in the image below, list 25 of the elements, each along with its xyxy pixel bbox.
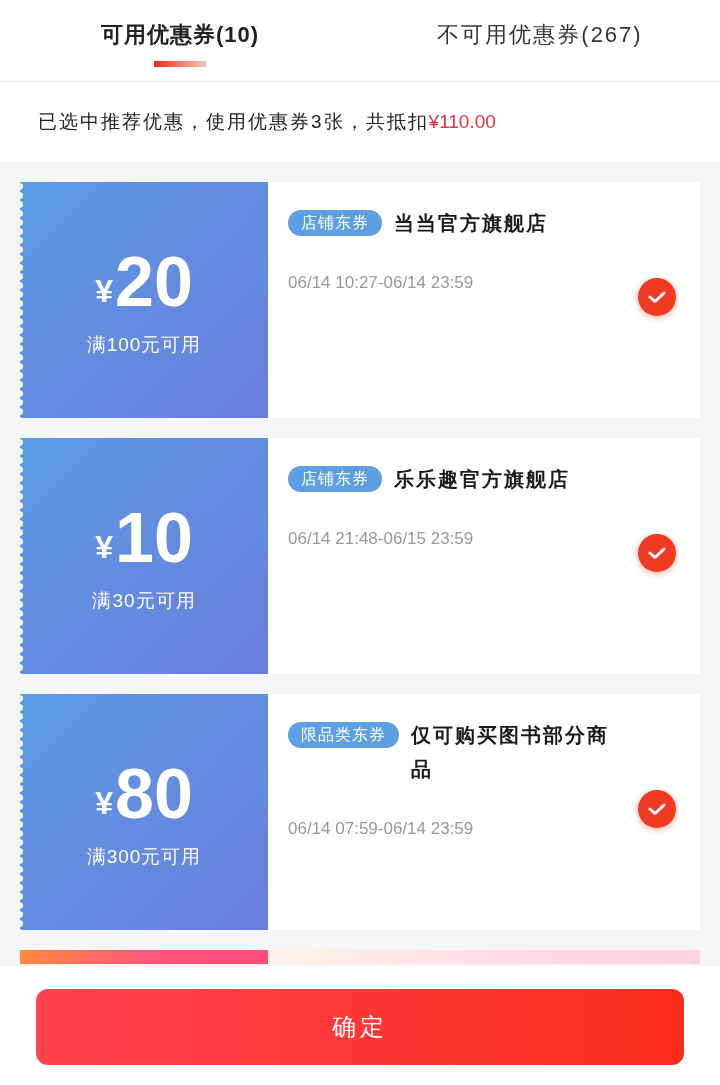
validity-period: 06/14 07:59-06/14 23:59 <box>288 818 475 840</box>
coupon-title: 当当官方旗舰店 <box>394 211 548 236</box>
currency-symbol: ¥ <box>95 530 113 563</box>
coupon-condition: 满30元可用 <box>92 588 196 613</box>
validity-period: 06/14 21:48-06/15 23:59 <box>288 528 475 550</box>
coupon-amount: 10 <box>114 502 193 573</box>
coupon-condition: 满100元可用 <box>86 332 202 357</box>
coupon-condition: 满300元可用 <box>86 844 202 869</box>
coupon-title: 仅可购买图书部分商品 <box>411 723 610 782</box>
coupon-type-badge: 限品类东券 <box>288 722 399 748</box>
tab[interactable]: 不可用优惠券(267) <box>360 0 720 81</box>
validity-period: 06/14 10:27-06/14 23:59 <box>288 272 475 294</box>
summary-text: 已选中推荐优惠，使用优惠券3张，共抵扣¥110.00 <box>38 109 496 134</box>
check-icon[interactable] <box>638 278 676 316</box>
coupon-type-badge: 店铺东券 <box>288 210 382 236</box>
check-icon[interactable] <box>638 790 676 828</box>
coupon-type-badge: 店铺东券 <box>288 466 382 492</box>
coupon-amount: 20 <box>114 246 193 317</box>
check-icon[interactable] <box>638 534 676 572</box>
coupon-amount: 80 <box>114 758 193 829</box>
coupon-title: 乐乐趣官方旗舰店 <box>394 467 570 492</box>
currency-symbol: ¥ <box>95 786 113 819</box>
confirm-button[interactable]: 确定 <box>36 989 684 1065</box>
currency-symbol: ¥ <box>95 274 113 307</box>
tab[interactable]: 可用优惠券(10) <box>0 0 360 81</box>
